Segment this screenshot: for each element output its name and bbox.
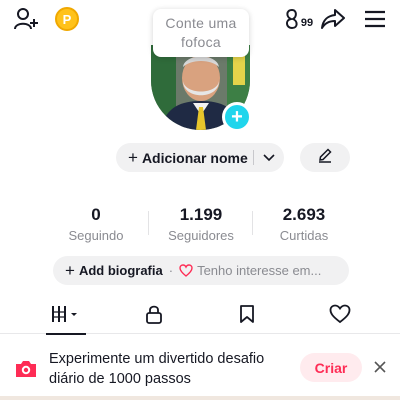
camera-icon: [14, 358, 38, 385]
lock-icon: [145, 304, 163, 329]
grid-icon: [49, 304, 83, 329]
bubble-line-1: Conte uma: [165, 15, 237, 31]
likes-count: 2.693: [282, 205, 326, 224]
chevron-down-icon[interactable]: [262, 150, 276, 167]
following-count: 0: [91, 205, 101, 224]
divider: [253, 150, 254, 165]
heart-icon: [329, 304, 351, 329]
active-tab-indicator: [46, 333, 86, 335]
followers-label: Seguidores: [168, 228, 234, 243]
add-bio-button[interactable]: + Add biografia · Tenho interesse em...: [53, 256, 349, 285]
profile-views-icon[interactable]: 99: [282, 6, 314, 32]
profile-tabs: [0, 298, 400, 334]
tab-favorites[interactable]: [197, 298, 297, 334]
add-name-label: Adicionar nome: [141, 149, 248, 166]
separator-dot: ·: [168, 263, 174, 278]
tab-videos[interactable]: [16, 298, 116, 334]
stat-following[interactable]: 0 Seguindo: [46, 204, 146, 245]
stat-followers[interactable]: 1.199 Seguidores: [151, 204, 251, 245]
heart-outline-icon: [179, 264, 193, 277]
add-name-button[interactable]: + Adicionar nome: [116, 143, 284, 172]
edit-profile-button[interactable]: [300, 143, 350, 172]
tab-liked[interactable]: [290, 298, 390, 334]
close-icon[interactable]: [373, 360, 387, 379]
stat-divider: [252, 211, 253, 235]
plus-icon: +: [65, 260, 75, 280]
banner-text: Experimente um divertido desafio diário …: [49, 351, 265, 387]
add-bio-label: Add biografia: [78, 263, 163, 278]
interest-label: Tenho interesse em...: [197, 263, 322, 278]
add-friend-icon[interactable]: [12, 6, 40, 32]
coin-label: P: [62, 11, 72, 27]
plus-icon: +: [128, 147, 138, 167]
menu-icon[interactable]: [363, 8, 387, 30]
bookmark-icon: [239, 304, 255, 329]
likes-label: Curtidas: [279, 228, 329, 243]
share-icon[interactable]: [320, 6, 346, 32]
stat-likes[interactable]: 2.693 Curtidas: [254, 204, 354, 245]
followers-count: 1.199: [179, 205, 223, 224]
tab-private[interactable]: [104, 298, 204, 334]
following-label: Seguindo: [68, 228, 124, 243]
pencil-icon: [317, 147, 333, 168]
create-button[interactable]: Criar: [300, 353, 362, 382]
status-bubble[interactable]: Conte uma fofoca: [153, 9, 249, 57]
add-avatar-button[interactable]: +: [222, 102, 252, 132]
stat-divider: [148, 211, 149, 235]
bubble-line-2: fofoca: [181, 34, 221, 50]
profile-views-count: 99: [300, 17, 314, 29]
coin-icon[interactable]: P: [55, 7, 79, 31]
bottom-strip: [0, 396, 400, 400]
